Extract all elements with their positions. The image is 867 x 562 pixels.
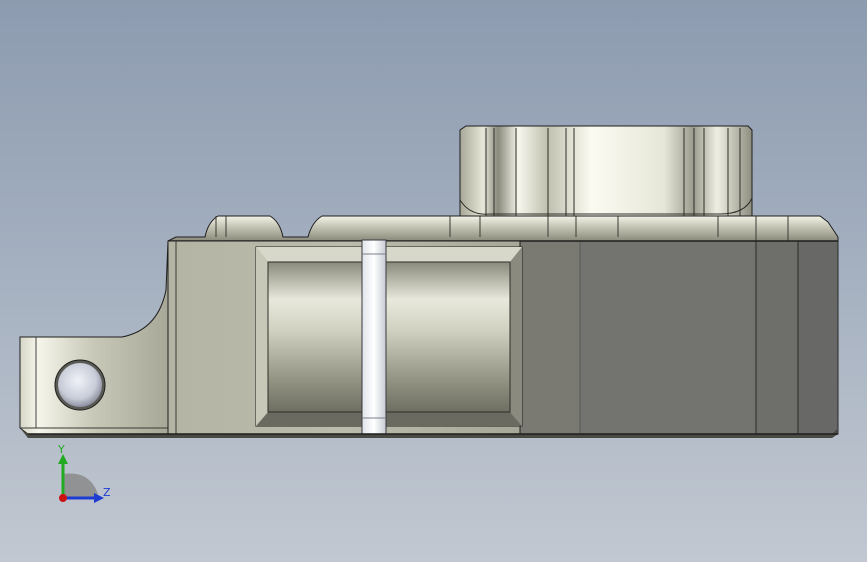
x-axis-origin-icon xyxy=(59,494,67,502)
z-axis-label: Z xyxy=(103,486,111,499)
top-boss xyxy=(459,125,753,217)
y-axis-label: Y xyxy=(58,443,65,456)
retaining-band xyxy=(361,239,387,435)
triad-plane-icon xyxy=(63,473,99,498)
mounting-hole xyxy=(54,359,106,411)
bearing-window xyxy=(255,246,523,427)
graphics-viewport[interactable]: Y Z xyxy=(0,0,867,562)
housing-right-block xyxy=(519,240,839,435)
top-ridge xyxy=(167,215,839,242)
